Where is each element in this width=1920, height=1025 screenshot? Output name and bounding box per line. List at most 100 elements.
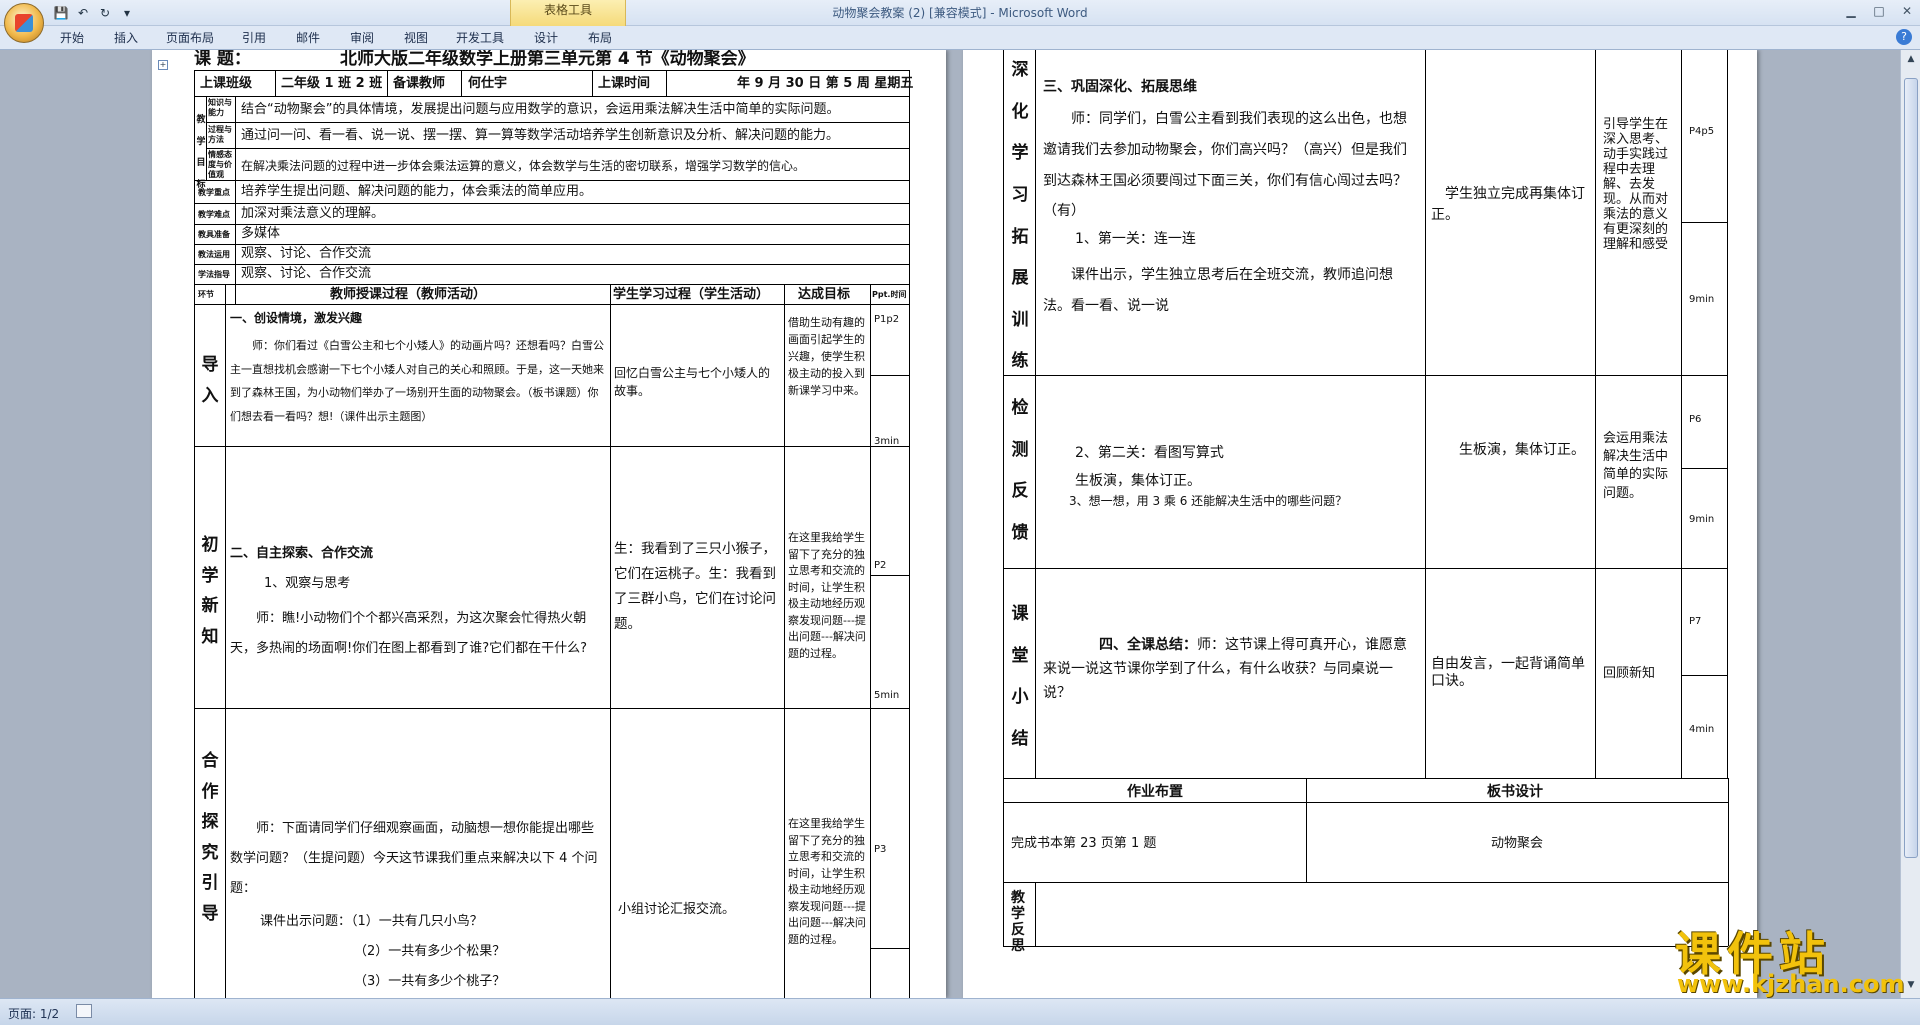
language-icon[interactable] [76, 1004, 92, 1018]
section-deepen-sub: 1、第一关：连一连 [1075, 231, 1196, 247]
teacher-value: 何仕宇 [468, 76, 508, 91]
close-icon[interactable]: ✕ [1900, 4, 1914, 18]
section-check-time: 9min [1689, 514, 1715, 525]
section-deepen-ppt: P4p5 [1689, 126, 1715, 137]
homework-value: 完成书本第 23 页第 1 题 [1011, 836, 1157, 851]
difficulty-value: 加深对乘法意义的理解。 [241, 206, 385, 221]
section-deepen-task: 课件出示，学生独立思考后在全班交流，教师追问想法。看一看、说一说 [1043, 267, 1393, 314]
stage-cooperate: 合作探究引导 [201, 751, 219, 924]
section-intro-student: 回忆白雪公主与七个小矮人的故事。 [614, 366, 771, 398]
method-value: 观察、讨论、合作交流 [241, 246, 372, 261]
section-new-ppt: P2 [874, 560, 887, 571]
tools-label: 教具准备 [198, 230, 230, 239]
title-bar: 表格工具 动物聚会教案 (2) [兼容模式] - Microsoft Word … [0, 0, 1920, 26]
section-intro-ppt: P1p2 [874, 314, 900, 325]
section-coop-student: 小组讨论汇报交流。 [618, 902, 736, 917]
section-new-sub: 1、观察与思考 [264, 576, 351, 591]
section-check-goal: 会运用乘法解决生活中简单的实际问题。 [1603, 431, 1669, 501]
section-intro-title: 一、创设情境，激发兴趣 [230, 311, 363, 325]
section-coop-ppt: P3 [874, 844, 887, 855]
key-point-label: 教学重点 [198, 188, 230, 197]
tab-design[interactable]: 设计 [534, 29, 558, 46]
section-coop-q2: （2）一共有多少个松果？ [354, 944, 506, 959]
section-deepen-time: 9min [1689, 294, 1715, 305]
section-new-goal: 在这里我给学生留下了充分的独立思考和交流的时间，让学生积极主动地经历观察发现问题… [788, 531, 866, 660]
time-value: 年 9 月 30 日 第 5 周 星期五 [737, 76, 914, 91]
section-summary-time: 4min [1689, 724, 1715, 735]
goal-knowledge: 结合“动物聚会”的具体情境，发展提出问题与应用数学的意识，会运用乘法解决生活中简… [241, 102, 840, 117]
tab-view[interactable]: 视图 [404, 29, 428, 46]
stage-summary: 课堂小结 [1011, 604, 1029, 749]
office-button[interactable] [4, 3, 44, 43]
col-student: 学生学习过程（学生活动） [613, 287, 770, 302]
page-count[interactable]: 页面: 1/2 [8, 1005, 59, 1022]
vertical-scrollbar[interactable]: ▲ ▼ [1900, 50, 1920, 998]
col-goal: 达成目标 [798, 287, 851, 302]
section-coop-text: 师：下面请同学们仔细观察画面，动脑想一想你能提出哪些数学问题？（生提问题）今天这… [230, 821, 598, 896]
col-stage: 环节 [198, 290, 214, 299]
key-point-value: 培养学生提出问题、解决问题的能力，体会乘法的简单应用。 [241, 184, 593, 199]
customize-qat-icon[interactable]: ▾ [118, 4, 136, 22]
window-controls: ▁ □ ✕ [1844, 4, 1914, 18]
goal-emotion: 在解决乘法问题的过程中进一步体会乘法运算的意义，体会数学与生活的密切联系，增强学… [241, 159, 806, 173]
section-coop-q1: 课件出示问题：（1）一共有几只小鸟？ [260, 914, 483, 929]
table-move-handle-icon[interactable]: + [158, 60, 168, 70]
tab-page-layout[interactable]: 页面布局 [166, 29, 214, 46]
tab-review[interactable]: 审阅 [350, 29, 374, 46]
save-icon[interactable]: 💾 [52, 4, 70, 22]
section-deepen-goal: 引导学生在深入思考、动手实践过程中去理解、去发现。从而对乘法的意义有更深刻的理解… [1603, 117, 1669, 252]
section-new-time: 5min [874, 690, 900, 701]
help-icon[interactable]: ? [1896, 29, 1912, 45]
section-check-ppt: P6 [1689, 414, 1702, 425]
tab-home[interactable]: 开始 [60, 29, 84, 46]
section-intro-text: 师：你们看过《白雪公主和七个小矮人》的动画片吗？还想看吗？白雪公主一直想找机会感… [230, 339, 604, 423]
section-deepen-student: 学生独立完成再集体订正。 [1431, 186, 1585, 223]
goal-sub-process: 过程与方法 [208, 125, 232, 144]
office-logo-icon [15, 14, 33, 32]
class-label: 上课班级 [200, 76, 253, 91]
section-summary-goal: 回顾新知 [1603, 666, 1656, 681]
stage-deepen: 深化学习拓展训练 [1011, 60, 1029, 372]
section-new-text: 师：瞧!小动物们个个都兴高采烈，为这次聚会忙得热火朝天，多热闹的场面啊!你们在图… [230, 611, 588, 656]
section-summary-text: 四、全课总结：师：这节课上得可真开心，谁愿意来说一说这节课你学到了什么，有什么收… [1043, 637, 1407, 701]
tab-references[interactable]: 引用 [242, 29, 266, 46]
tab-mailings[interactable]: 邮件 [296, 29, 320, 46]
window-title: 动物聚会教案 (2) [兼容模式] - Microsoft Word [832, 6, 1088, 20]
section-summary-ppt: P7 [1689, 616, 1702, 627]
teacher-label: 备课教师 [393, 76, 446, 91]
tab-layout[interactable]: 布局 [588, 29, 612, 46]
study-guide-label: 学法指导 [198, 270, 230, 279]
col-time: Ppt.时间 [872, 290, 907, 299]
section-check-sub: 2、第二关：看图写算式 [1075, 445, 1224, 461]
tab-insert[interactable]: 插入 [114, 29, 138, 46]
maximize-icon[interactable]: □ [1872, 4, 1886, 18]
tab-developer[interactable]: 开发工具 [456, 29, 504, 46]
minimize-icon[interactable]: ▁ [1844, 4, 1858, 18]
difficulty-label: 教学难点 [198, 210, 230, 219]
stage-new-knowledge: 初学新知 [201, 535, 219, 647]
section-intro-goal: 借助生动有趣的画面引起学生的兴趣，使学生积极主动的投入到新课学习中来。 [788, 316, 865, 398]
section-intro-time: 3min [874, 436, 900, 447]
watermark-url: www.kjzhan.com [1677, 970, 1905, 998]
page-2: 深化学习拓展训练 三、巩固深化、拓展思维 师：同学们，白雪公主看到我们表现的这么… [963, 50, 1757, 998]
redo-icon[interactable]: ↻ [96, 4, 114, 22]
undo-icon[interactable]: ↶ [74, 4, 92, 22]
section-coop-q3: （3）一共有多少个桃子？ [354, 974, 506, 989]
board-value: 动物聚会 [1491, 836, 1544, 851]
section-coop-goal: 在这里我给学生留下了充分的独立思考和交流的时间，让学生积极主动地经历观察发现问题… [788, 817, 866, 946]
section-new-title: 二、自主探索、合作交流 [230, 546, 374, 561]
status-bar: 页面: 1/2 [0, 998, 1920, 1025]
section-check-q: 3、想一想，用 3 乘 6 还能解决生活中的哪些问题？ [1069, 494, 1348, 508]
page-1: + 课 题： 北师大版二年级数学上册第三单元第 4 节《动物聚会》 上课班级 二… [152, 50, 946, 998]
goal-sub-emotion: 情感态度与价值观 [208, 150, 232, 179]
tools-value: 多媒体 [241, 226, 281, 241]
section-check-student: 生板演，集体订正。 [1459, 442, 1585, 458]
section-check-text: 生板演，集体订正。 [1075, 473, 1201, 489]
scroll-up-icon[interactable]: ▲ [1904, 54, 1918, 66]
board-label: 板书设计 [1487, 784, 1543, 800]
time-label: 上课时间 [598, 76, 651, 91]
scrollbar-thumb[interactable] [1904, 78, 1918, 858]
class-value: 二年级 1 班 2 班 [281, 76, 383, 91]
goal-sub-knowledge: 知识与能力 [208, 98, 232, 117]
quick-access-toolbar: 💾 ↶ ↻ ▾ [52, 4, 136, 22]
